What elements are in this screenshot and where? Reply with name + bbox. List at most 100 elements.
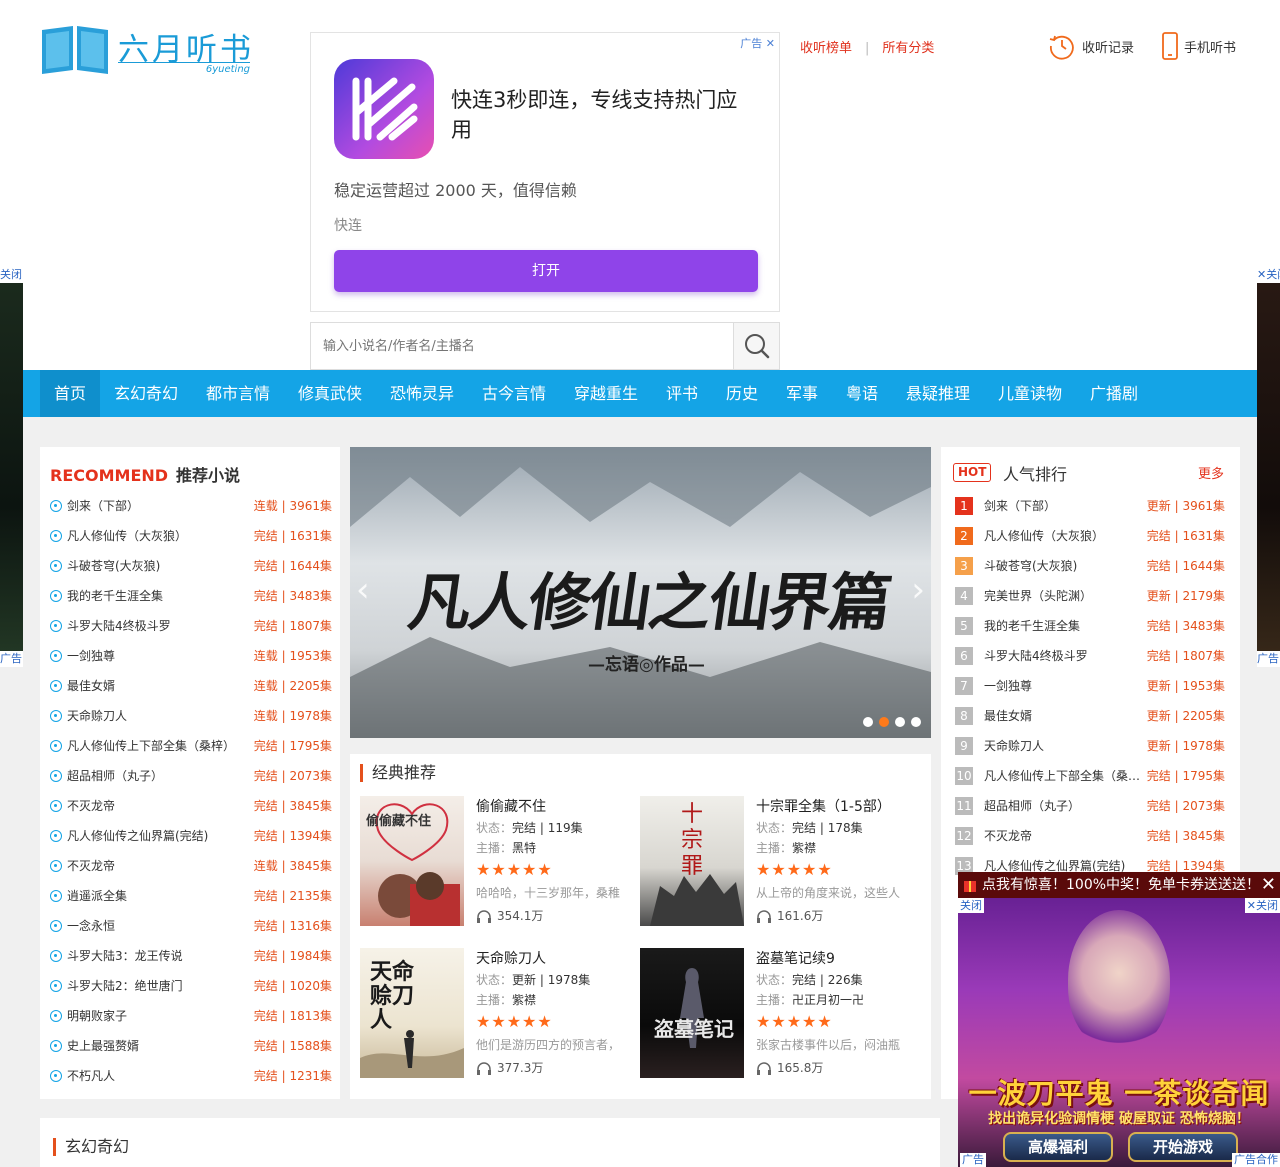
- categories-link[interactable]: 所有分类: [882, 41, 934, 56]
- history-link[interactable]: 收听记录: [1048, 32, 1134, 60]
- search-button[interactable]: [733, 323, 779, 369]
- ranking-row[interactable]: 1 剑来（下部） 更新 | 3961集: [955, 491, 1225, 521]
- book-name[interactable]: 超品相师（丸子）: [67, 761, 252, 791]
- book-name[interactable]: 完美世界（头陀渊）: [984, 581, 1141, 611]
- list-item[interactable]: 凡人修仙传上下部全集（桑梓） 完结 | 1795集: [50, 731, 332, 761]
- carousel-dot[interactable]: [895, 717, 905, 727]
- more-link[interactable]: 更多: [1198, 463, 1224, 482]
- carousel-dot-active[interactable]: [879, 717, 889, 727]
- search-input[interactable]: [311, 323, 733, 369]
- book-name[interactable]: 斗罗大陆4终极斗罗: [67, 611, 252, 641]
- ranking-row[interactable]: 11 超品相师（丸子） 完结 | 2073集: [955, 791, 1225, 821]
- list-item[interactable]: 最佳女婿 连载 | 2205集: [50, 671, 332, 701]
- close-icon[interactable]: ✕: [766, 37, 775, 50]
- book-name[interactable]: 斗罗大陆2：绝世唐门: [67, 971, 252, 1001]
- book-name[interactable]: 斗罗大陆4终极斗罗: [984, 641, 1141, 671]
- list-item[interactable]: 我的老千生涯全集 完结 | 3483集: [50, 581, 332, 611]
- book-name[interactable]: 一念永恒: [67, 911, 252, 941]
- book-name[interactable]: 凡人修仙传上下部全集（桑梓）: [67, 731, 252, 761]
- nav-history[interactable]: 历史: [718, 370, 766, 417]
- list-item[interactable]: 斗罗大陆3：龙王传说 完结 | 1984集: [50, 941, 332, 971]
- list-item[interactable]: 不灭龙帝 连载 | 3845集: [50, 851, 332, 881]
- ranking-row[interactable]: 7 一剑独尊 更新 | 1953集: [955, 671, 1225, 701]
- book-title[interactable]: 盗墓笔记续9: [756, 948, 916, 970]
- ranking-row[interactable]: 12 不灭龙帝 完结 | 3845集: [955, 821, 1225, 851]
- top-ad[interactable]: 广告 ✕ 快连3秒即连，专线支持热门应用 稳定运营超过 2000 天，值得信赖 …: [310, 32, 780, 312]
- list-item[interactable]: 不朽凡人 完结 | 1231集: [50, 1061, 332, 1091]
- nav-pingshu[interactable]: 评书: [658, 370, 706, 417]
- book-cover[interactable]: 十宗罪: [640, 796, 744, 926]
- nav-children[interactable]: 儿童读物: [990, 370, 1070, 417]
- book-card[interactable]: 天命赊刀人 天命赊刀人 状态：更新 | 1978集 主播：紫襟 ★★★★★ 他们…: [360, 948, 635, 1078]
- banner-carousel[interactable]: 凡人修仙之仙界篇 —忘语◎作品— ‹ ›: [350, 447, 931, 738]
- list-item[interactable]: 斗罗大陆2：绝世唐门 完结 | 1020集: [50, 971, 332, 1001]
- ranking-row[interactable]: 8 最佳女婿 更新 | 2205集: [955, 701, 1225, 731]
- right-side-ad[interactable]: ✕关闭 广告: [1257, 267, 1280, 667]
- book-card[interactable]: 盗墓笔记 盗墓笔记续9 状态：完结 | 226集 主播：卍正月初一卍 ★★★★★…: [640, 948, 915, 1078]
- right-ad-close[interactable]: ✕关闭: [1257, 267, 1280, 283]
- book-name[interactable]: 不朽凡人: [67, 1061, 252, 1091]
- book-name[interactable]: 最佳女婿: [67, 671, 252, 701]
- site-logo[interactable]: 六月听书 6yueting: [40, 18, 255, 78]
- book-name[interactable]: 凡人修仙传上下部全集（桑…: [984, 761, 1141, 791]
- list-item[interactable]: 一念永恒 完结 | 1316集: [50, 911, 332, 941]
- list-item[interactable]: 剑来（下部） 连载 | 3961集: [50, 491, 332, 521]
- book-name[interactable]: 斗破苍穹(大灰狼): [67, 551, 252, 581]
- left-side-ad[interactable]: 关闭 广告: [0, 267, 23, 667]
- mobile-link[interactable]: 手机听书: [1160, 32, 1236, 60]
- book-name[interactable]: 一剑独尊: [67, 641, 252, 671]
- popup-close-right[interactable]: ✕关闭: [1244, 898, 1280, 913]
- list-item[interactable]: 史上最强赘婿 完结 | 1588集: [50, 1031, 332, 1061]
- nav-military[interactable]: 军事: [778, 370, 826, 417]
- popup-ad-bar[interactable]: 点我有惊喜！100%中奖！免单卡券送送送！: [958, 872, 1280, 898]
- list-item[interactable]: 明朝败家子 完结 | 1813集: [50, 1001, 332, 1031]
- nav-mystery[interactable]: 悬疑推理: [898, 370, 978, 417]
- book-name[interactable]: 一剑独尊: [984, 671, 1141, 701]
- book-name[interactable]: 史上最强赘婿: [67, 1031, 252, 1061]
- list-item[interactable]: 一剑独尊 连载 | 1953集: [50, 641, 332, 671]
- list-item[interactable]: 凡人修仙传之仙界篇(完结) 完结 | 1394集: [50, 821, 332, 851]
- list-item[interactable]: 天命赊刀人 连载 | 1978集: [50, 701, 332, 731]
- nav-wuxia[interactable]: 修真武侠: [290, 370, 370, 417]
- book-name[interactable]: 逍遥派全集: [67, 881, 252, 911]
- ranking-link[interactable]: 收听榜单: [800, 41, 852, 56]
- book-title[interactable]: 十宗罪全集（1-5部）: [756, 796, 916, 818]
- ad-partnership-link[interactable]: 广告合作: [1232, 1153, 1280, 1167]
- book-name[interactable]: 最佳女婿: [984, 701, 1141, 731]
- carousel-dot[interactable]: [863, 717, 873, 727]
- ranking-row[interactable]: 9 天命赊刀人 更新 | 1978集: [955, 731, 1225, 761]
- book-title[interactable]: 偷偷藏不住: [476, 796, 636, 818]
- chevron-right-icon[interactable]: ›: [911, 570, 925, 610]
- book-name[interactable]: 我的老千生涯全集: [984, 611, 1141, 641]
- nav-horror[interactable]: 恐怖灵异: [382, 370, 462, 417]
- book-name[interactable]: 我的老千生涯全集: [67, 581, 252, 611]
- carousel-dot[interactable]: [911, 717, 921, 727]
- ranking-row[interactable]: 5 我的老千生涯全集 完结 | 3483集: [955, 611, 1225, 641]
- book-name[interactable]: 不灭龙帝: [984, 821, 1141, 851]
- ad-open-button[interactable]: 打开: [334, 250, 758, 292]
- list-item[interactable]: 斗罗大陆4终极斗罗 完结 | 1807集: [50, 611, 332, 641]
- start-game-button[interactable]: 开始游戏: [1128, 1132, 1238, 1162]
- ranking-row[interactable]: 10 凡人修仙传上下部全集（桑… 完结 | 1795集: [955, 761, 1225, 791]
- popup-close-left[interactable]: 关闭: [958, 898, 984, 913]
- book-name[interactable]: 不灭龙帝: [67, 851, 252, 881]
- chevron-left-icon[interactable]: ‹: [356, 570, 370, 610]
- nav-home[interactable]: 首页: [40, 370, 100, 417]
- book-cover[interactable]: 偷偷藏不住: [360, 796, 464, 926]
- ranking-row[interactable]: 6 斗罗大陆4终极斗罗 完结 | 1807集: [955, 641, 1225, 671]
- nav-cantonese[interactable]: 粤语: [838, 370, 886, 417]
- left-ad-close[interactable]: 关闭: [0, 267, 23, 283]
- list-item[interactable]: 凡人修仙传（大灰狼） 完结 | 1631集: [50, 521, 332, 551]
- bonus-button[interactable]: 高爆福利: [1003, 1132, 1113, 1162]
- nav-time-travel[interactable]: 穿越重生: [566, 370, 646, 417]
- book-name[interactable]: 天命赊刀人: [984, 731, 1141, 761]
- list-item[interactable]: 超品相师（丸子） 完结 | 2073集: [50, 761, 332, 791]
- ad-tag[interactable]: 广告 ✕: [740, 35, 775, 51]
- list-item[interactable]: 不灭龙帝 完结 | 3845集: [50, 791, 332, 821]
- book-name[interactable]: 剑来（下部）: [67, 491, 252, 521]
- ranking-row[interactable]: 2 凡人修仙传（大灰狼） 完结 | 1631集: [955, 521, 1225, 551]
- book-name[interactable]: 凡人修仙传之仙界篇(完结): [67, 821, 252, 851]
- close-icon[interactable]: ✕: [1261, 872, 1276, 898]
- book-name[interactable]: 凡人修仙传（大灰狼）: [984, 521, 1141, 551]
- nav-fantasy[interactable]: 玄幻奇幻: [106, 370, 186, 417]
